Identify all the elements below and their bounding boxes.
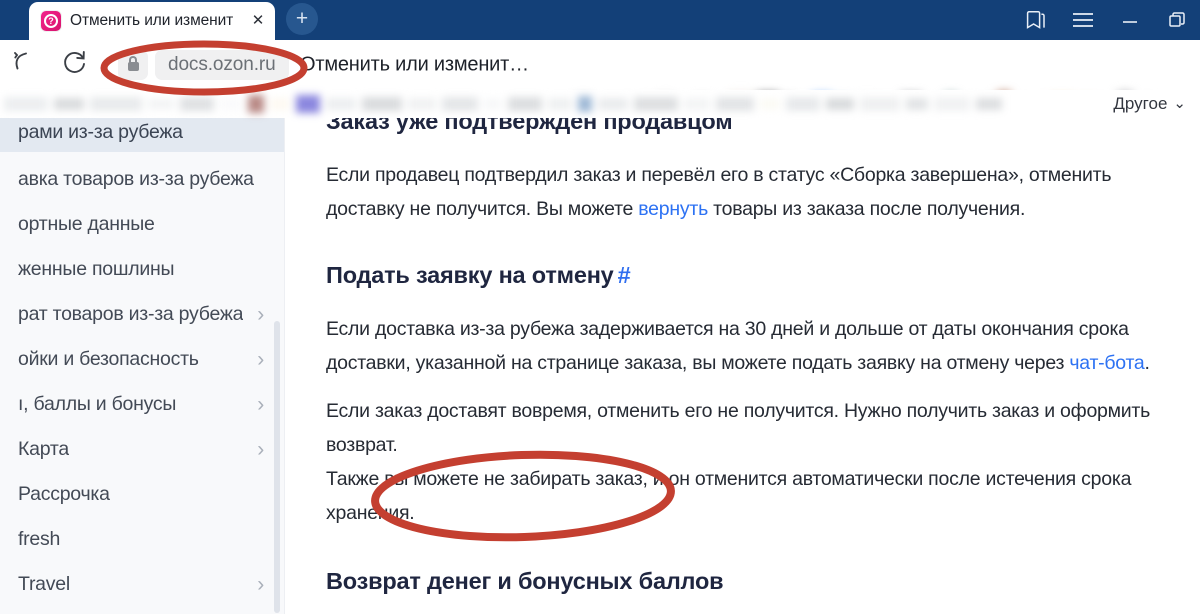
paragraph-on-time: Если заказ доставят вовремя, отменить ег… [326, 394, 1186, 462]
chevron-right-icon: › [257, 303, 264, 326]
chevron-right-icon: › [257, 438, 264, 461]
sidebar-item-label: рами из-за рубежа [18, 121, 183, 143]
reload-icon[interactable] [62, 49, 88, 82]
sidebar-item-label: женные пошлины [18, 258, 175, 280]
minimize-icon[interactable] [1106, 0, 1153, 40]
paragraph-line: товары из заказа после получения. [708, 198, 1026, 220]
sidebar-item-label: ı, баллы и бонусы [18, 393, 177, 415]
docs-sidebar: рами из-за рубежа авка товаров из-за руб… [0, 90, 285, 614]
sidebar-scrollbar[interactable] [274, 321, 280, 613]
tab-title: Отменить или изменит [70, 12, 234, 29]
sidebar-item-1[interactable]: авка товаров из-за рубежа [0, 157, 284, 202]
page-viewport: рами из-за рубежа авка товаров из-за руб… [0, 90, 1200, 614]
url-input[interactable]: docs.ozon.ru [155, 50, 289, 80]
browser-window: ? Отменить или изменит ✕ + docs.ozon.ru … [0, 0, 1200, 614]
lock-icon[interactable] [118, 50, 148, 80]
other-bookmarks-button[interactable]: Другое ⌄ [1113, 94, 1186, 114]
ozon-help-favicon-icon: ? [41, 11, 61, 31]
paragraph-line: хранения. [326, 502, 415, 524]
sidebar-item-4[interactable]: рат товаров из-за рубежа › [0, 292, 284, 337]
sidebar-item-10[interactable]: Travel › [0, 562, 284, 607]
sidebar-item-label: Карта [18, 438, 69, 460]
sidebar-item-label: fresh [18, 528, 61, 550]
paragraph-line: . [1144, 352, 1150, 374]
window-controls [1012, 0, 1200, 40]
toolbar-page-title: Отменить или изменит… [300, 53, 529, 76]
sidebar-item-8[interactable]: Рассрочка [0, 472, 284, 517]
sidebar-item-label: авка товаров из-за рубежа [18, 168, 254, 190]
chevron-right-icon: › [257, 573, 264, 596]
paragraph-line: Если продавец подтвердил заказ и перевёл… [326, 164, 1112, 186]
paragraph-line: возврат. [326, 434, 398, 456]
sidebar-item-6[interactable]: ı, баллы и бонусы › [0, 382, 284, 427]
sidebar-item-label: рат товаров из-за рубежа [18, 303, 244, 325]
restore-icon[interactable] [1153, 0, 1200, 40]
return-link[interactable]: вернуть [638, 198, 708, 220]
sidebar-item-9[interactable]: fresh [0, 517, 284, 562]
browser-tab-active[interactable]: ? Отменить или изменит ✕ [29, 2, 275, 40]
main-menu-icon[interactable] [1059, 0, 1106, 40]
chevron-down-icon: ⌄ [1173, 95, 1186, 112]
paragraph-line: доставку не получится. Вы можете [326, 198, 639, 220]
sidebar-item-3[interactable]: женные пошлины [0, 247, 284, 292]
close-icon[interactable]: ✕ [249, 12, 267, 30]
address-bar[interactable]: docs.ozon.ru [118, 50, 289, 80]
sidebar-item-label: ортные данные [18, 213, 155, 235]
chat-bot-link[interactable]: чат-бота [1069, 352, 1144, 374]
sidebar-item-5[interactable]: ойки и безопасность › [0, 337, 284, 382]
paragraph-line: Если доставка из-за рубежа задерживается… [326, 318, 1129, 340]
paragraph-line: Если заказ доставят вовремя, отменить ег… [326, 400, 1151, 422]
paragraph-line: доставки, указанной на странице заказа, … [326, 352, 1070, 374]
page-heading-refund: Возврат денег и бонусных баллов [326, 568, 724, 594]
browser-toolbar: docs.ozon.ru Отменить или изменит… [0, 40, 1200, 122]
chevron-right-icon: › [257, 393, 264, 416]
paragraph-delay-rule: Если доставка из-за рубежа задерживается… [326, 312, 1186, 380]
other-bookmarks-label: Другое [1113, 94, 1168, 113]
anchor-link-icon[interactable]: # [618, 262, 631, 288]
page-heading-submit-request: Подать заявку на отмену # [326, 262, 631, 288]
chevron-right-icon: › [257, 348, 264, 371]
tab-strip: ? Отменить или изменит ✕ + [0, 0, 318, 40]
sidebar-item-label: Рассрочка [18, 483, 110, 505]
docs-article: Заказ уже подтвержден продавцом Если про… [286, 90, 1200, 614]
blurred-overlay-strip [0, 90, 760, 116]
sidebar-item-2[interactable]: ортные данные [0, 202, 284, 247]
sidebar-item-label: ойки и безопасность [18, 348, 199, 370]
new-tab-button[interactable]: + [286, 3, 318, 35]
collections-icon[interactable] [1012, 0, 1059, 40]
paragraph-line: Также вы можете не забирать заказ, и он … [326, 468, 1132, 490]
sidebar-item-7[interactable]: Карта › [0, 427, 284, 472]
sidebar-item-label: Travel [18, 573, 70, 595]
browser-title-bar: ? Отменить или изменит ✕ + [0, 0, 1200, 40]
paragraph-order-confirmed: Если продавец подтвердил заказ и перевёл… [326, 158, 1176, 226]
back-icon[interactable] [12, 49, 36, 82]
paragraph-auto-cancel: Также вы можете не забирать заказ, и он … [326, 462, 1186, 530]
